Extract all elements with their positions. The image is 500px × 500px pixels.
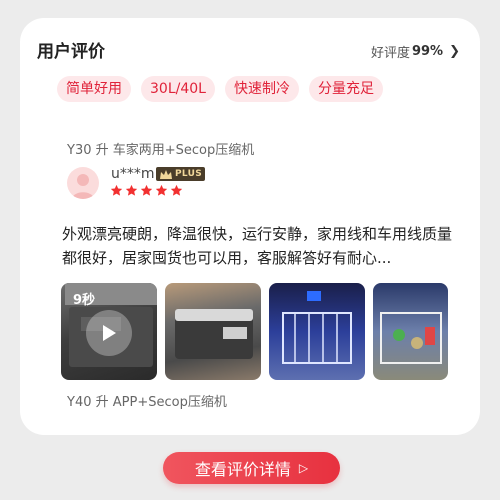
plus-badge: PLUS (156, 167, 206, 181)
view-review-details-button[interactable]: 查看评价详情 ▷ (163, 452, 340, 484)
tag-list: 简单好用 30L/40L 快速制冷 分量充足 (57, 76, 383, 102)
rating-link[interactable]: 好评度 99% ❯ (371, 42, 460, 61)
review-video-thumbnail[interactable]: 9秒 (61, 283, 157, 380)
play-icon (103, 325, 116, 341)
review-photo[interactable] (165, 283, 261, 380)
video-duration: 9秒 (73, 293, 96, 308)
cooler-image-icon (175, 309, 253, 359)
star-rating (110, 184, 183, 197)
badge-text: PLUS (175, 169, 203, 179)
tag-item[interactable]: 分量充足 (308, 76, 383, 102)
cta-label: 查看评价详情 (194, 460, 291, 479)
star-icon (110, 184, 123, 196)
star-icon (155, 184, 168, 196)
username: u***m (111, 166, 155, 182)
chevron-right-icon: ❯ (449, 44, 460, 59)
photo-strip: 9秒 (61, 283, 448, 380)
star-icon (125, 184, 138, 196)
user-avatar-icon (72, 174, 94, 199)
crown-icon (160, 169, 172, 179)
rating-label: 好评度 (370, 46, 410, 61)
review-photo[interactable] (269, 283, 365, 380)
next-product-variant: Y40 升 APP+Secop压缩机 (67, 395, 227, 410)
cooler-interior-image-icon (282, 291, 352, 364)
cooler-interior-image-icon (380, 312, 442, 364)
review-text: 外观漂亮硬朗，降温很快，运行安静，家用线和车用线质量都很好，居家囤货也可以用，客… (62, 225, 453, 267)
product-variant: Y30 升 车家两用+Secop压缩机 (67, 143, 255, 158)
star-icon (170, 184, 183, 196)
section-title: 用户评价 (37, 42, 105, 62)
tag-item[interactable]: 快速制冷 (224, 76, 299, 102)
tag-item[interactable]: 简单好用 (57, 76, 131, 102)
star-icon (140, 184, 153, 196)
play-triangle-icon: ▷ (298, 461, 309, 475)
tag-item[interactable]: 30L/40L (141, 76, 215, 102)
rating-value: 99% (411, 44, 444, 59)
avatar (67, 167, 99, 199)
review-photo[interactable] (373, 283, 448, 380)
play-button[interactable] (86, 310, 132, 356)
